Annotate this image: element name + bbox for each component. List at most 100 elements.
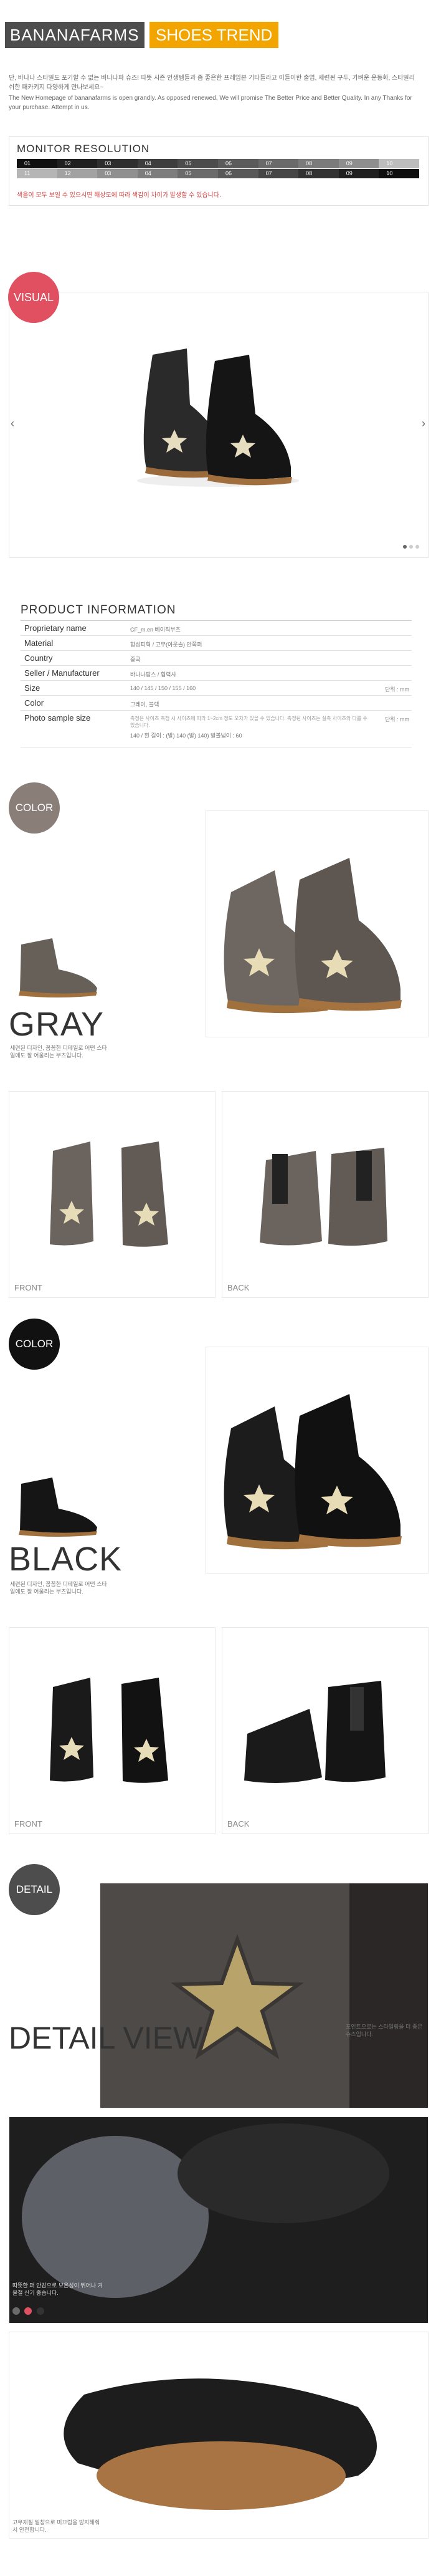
- row-unit: 단위 : mm: [384, 716, 409, 723]
- row-unit: [372, 621, 412, 635]
- row-value: 중국: [130, 656, 141, 663]
- row-value: 합성피혁 / 고무(아웃솔) 안쪽퍼: [130, 642, 202, 648]
- photo-size-value: 140 / 흰 길이 : (발) 140 (발) 140) 발볼넓이 : 60: [130, 733, 242, 739]
- black-back-panel: BACK: [222, 1627, 429, 1834]
- row-label: Seller / Manufacturer: [24, 668, 100, 678]
- table-row: Country 중국: [21, 651, 412, 666]
- resolution-swatch: 02: [57, 159, 98, 168]
- detail-star-image: [100, 1883, 428, 2108]
- row-label: Size: [24, 683, 40, 693]
- color-badge-gray: COLOR: [9, 782, 60, 834]
- intro-english: The New Homepage of bananafarms is open …: [9, 95, 412, 111]
- resolution-swatch: 01: [17, 159, 57, 168]
- detail-swatches: [12, 2307, 46, 2318]
- resolution-swatch: 07: [258, 169, 299, 178]
- slider-prev-arrow[interactable]: ‹: [11, 417, 14, 430]
- intro-korean: 단, 바나나 스타일도 포기할 수 없는 바나나파 슈즈! 따뜻 시즌 인생템들…: [9, 75, 415, 91]
- row-value: 140 / 145 / 150 / 155 / 160: [130, 685, 196, 691]
- table-row: Photo sample size 측정은 사이즈 측정 시 사이즈에 따라 1…: [21, 711, 412, 747]
- resolution-swatch: 06: [217, 159, 258, 168]
- resolution-swatch: 07: [258, 159, 299, 168]
- row-value: 측정은 사이즈 측정 시 사이즈에 따라 1~2cm 정도 오차가 있을 수 있…: [125, 711, 372, 747]
- color-badge-black: COLOR: [9, 1319, 60, 1370]
- resolution-swatch: 03: [97, 169, 138, 178]
- monitor-resolution-box: MONITOR RESOLUTION 01 02 03 04 05 06 07 08 09 10 …: [9, 136, 429, 206]
- row-value: 그레이, 블랙: [130, 701, 159, 708]
- boots-pair-image: [137, 348, 299, 487]
- black-front-panel: FRONT: [9, 1627, 216, 1834]
- monitor-note: 색을이 모두 보일 수 있으시면 해상도에 따라 색감이 차이가 발생할 수 있…: [17, 192, 221, 199]
- slider-next-arrow[interactable]: ›: [422, 417, 425, 430]
- resolution-swatch: 11: [17, 169, 57, 178]
- product-info-table: Proprietary name CF_m.en 베이직부츠 Material …: [21, 620, 412, 747]
- resolution-swatch: 08: [298, 159, 339, 168]
- gray-back-image: [260, 1148, 387, 1246]
- resolution-swatch: 04: [137, 169, 178, 178]
- table-row: Size 140 / 145 / 150 / 155 / 160 단위 : mm: [21, 681, 412, 696]
- swatch-dot: [36, 2307, 44, 2315]
- gray-front-panel: FRONT: [9, 1091, 216, 1298]
- slider-pagination: [403, 545, 419, 549]
- gray-description: 세련된 디자인, 꼼꼼한 디테일로 어떤 스타일에도 잘 어울리는 부츠입니다.: [10, 1045, 107, 1059]
- resolution-swatch: 12: [57, 169, 98, 178]
- front-label-black: FRONT: [14, 1819, 42, 1829]
- detail-description-2: 따뜻한 퍼 안감으로 보온성이 뛰어나 겨울철 신기 좋습니다.: [12, 2282, 103, 2296]
- front-label-gray: FRONT: [14, 1283, 42, 1292]
- monitor-title: MONITOR RESOLUTION: [17, 143, 150, 155]
- row-unit: [372, 636, 412, 650]
- row-value: CF_m.en 베이직부츠: [130, 627, 181, 633]
- row-label: Color: [24, 698, 44, 708]
- detail-description-3: 고무재질 밑창으로 미끄럼을 방지해줘서 안전합니다.: [12, 2519, 100, 2533]
- gray-front-image: [50, 1141, 168, 1247]
- gray-boots-image: [224, 858, 402, 1014]
- row-unit: [372, 696, 412, 710]
- black-back-image: [244, 1681, 386, 1783]
- detail-description-1: 포인트으로는 스타일링을 더 좋은 슈즈입니다.: [346, 2024, 423, 2037]
- resolution-swatch: 09: [338, 159, 379, 168]
- resolution-swatch: 09: [338, 169, 379, 178]
- intro-text: 단, 바나나 스타일도 포기할 수 없는 바나나파 슈즈! 따뜻 시즌 인생템들…: [9, 74, 420, 112]
- color-name-gray: GRAY: [9, 1006, 105, 1043]
- swatch-dot: [24, 2307, 32, 2315]
- row-label: Proprietary name: [24, 623, 87, 633]
- slider-dot-2[interactable]: [409, 545, 413, 549]
- resolution-swatch: 05: [178, 159, 218, 168]
- row-label: Material: [24, 638, 54, 648]
- row-label: Country: [24, 653, 53, 663]
- row-unit: [372, 651, 412, 665]
- slider-dot-1[interactable]: [403, 545, 407, 549]
- resolution-swatch: 10: [379, 159, 419, 168]
- resolution-swatch: 10: [379, 169, 419, 178]
- shoes-trend-label: SHOES TREND: [149, 22, 279, 48]
- monitor-row-1: 01 02 03 04 05 06 07 08 09 10: [17, 159, 419, 168]
- row-unit: [372, 666, 412, 680]
- row-label: Photo sample size: [24, 713, 91, 723]
- detail-badge: DETAIL: [9, 1864, 60, 1915]
- swatch-dot: [12, 2307, 20, 2315]
- gray-back-panel: BACK: [222, 1091, 429, 1298]
- black-boots-image: [224, 1394, 402, 1550]
- row-unit: 단위 : mm: [384, 686, 409, 693]
- monitor-row-2: 11 12 03 04 05 06 07 08 09 10: [17, 169, 419, 178]
- detail-sole-panel: [9, 2332, 429, 2539]
- resolution-swatch: 05: [178, 169, 218, 178]
- back-label-gray: BACK: [227, 1283, 250, 1292]
- black-main-panel: [206, 1347, 429, 1574]
- visual-badge: VISUAL: [8, 272, 59, 323]
- gray-side-thumb: [19, 938, 97, 997]
- table-row: Color 그레이, 블랙: [21, 696, 412, 711]
- table-row: Material 합성피혁 / 고무(아웃솔) 안쪽퍼: [21, 636, 412, 651]
- product-info-title: PRODUCT INFORMATION: [21, 603, 176, 617]
- resolution-swatch: 06: [217, 169, 258, 178]
- slider-dot-3[interactable]: [415, 545, 419, 549]
- black-side-thumb: [19, 1478, 97, 1537]
- detail-star-panel: [100, 1883, 429, 2108]
- table-row: Proprietary name CF_m.en 베이직부츠: [21, 621, 412, 636]
- resolution-swatch: 03: [97, 159, 138, 168]
- back-label-black: BACK: [227, 1819, 250, 1829]
- black-description: 세련된 디자인, 꼼꼼한 디테일로 어떤 스타일에도 잘 어울리는 부츠입니다.: [10, 1581, 107, 1595]
- color-name-black: BLACK: [9, 1540, 123, 1578]
- table-row: Seller / Manufacturer 바나나팜스 / 협력사: [21, 666, 412, 681]
- detail-view-title: DETAIL VIEW: [9, 2021, 203, 2055]
- photo-size-footnote: 측정은 사이즈 측정 시 사이즈에 따라 1~2cm 정도 오차가 있을 수 있…: [130, 716, 367, 728]
